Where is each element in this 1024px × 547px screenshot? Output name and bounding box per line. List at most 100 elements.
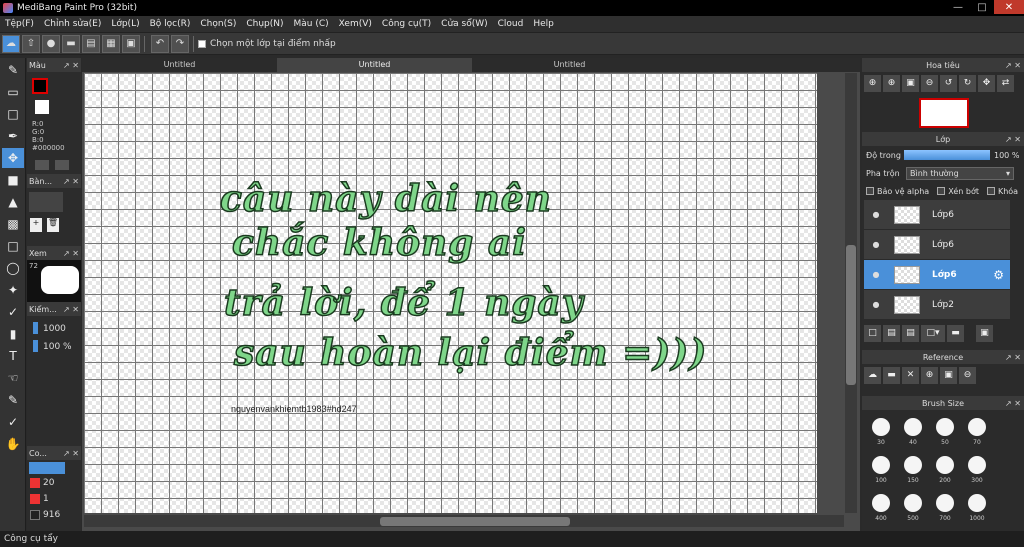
cloud-icon[interactable]: ☁ xyxy=(2,34,20,53)
fit-icon[interactable]: ▣ xyxy=(940,366,957,384)
text-tool-icon[interactable]: T xyxy=(2,346,24,366)
brush-size-cell[interactable]: 100 xyxy=(866,452,896,488)
background-color-swatch[interactable] xyxy=(35,100,49,114)
brush-size-cell[interactable]: 500 xyxy=(898,490,928,526)
fit-icon[interactable]: ▣ xyxy=(902,74,919,92)
operation-tool-icon[interactable]: ☜ xyxy=(2,368,24,388)
folder-icon[interactable]: ▬ xyxy=(947,324,964,342)
panel-controls-icon[interactable]: ↗ ✕ xyxy=(1005,61,1021,70)
panel-controls-icon[interactable]: ↗ ✕ xyxy=(63,177,79,186)
rotate-left-icon[interactable]: ↺ xyxy=(940,74,957,92)
panel-controls-icon[interactable]: ↗ ✕ xyxy=(1005,399,1021,408)
brush-size-cell[interactable]: 30 xyxy=(866,414,896,450)
panel-controls-icon[interactable]: ↗ ✕ xyxy=(63,449,79,458)
tab-untitled-3[interactable]: Untitled xyxy=(472,58,667,72)
delete-brush-icon[interactable]: 🗑 xyxy=(47,218,59,232)
hand-tool-icon[interactable]: ✋ xyxy=(2,434,24,454)
menu-item[interactable]: Chụp(N) xyxy=(241,19,288,29)
opacity-slider[interactable] xyxy=(904,150,990,160)
brush-size-cell[interactable]: 300 xyxy=(962,452,992,488)
select-eraser-icon[interactable]: ▮ xyxy=(2,324,24,344)
eraser-tool-icon[interactable]: ▭ xyxy=(2,82,24,102)
alpha-protect-checkbox[interactable] xyxy=(866,187,874,195)
layer-row[interactable]: ● Lớp6 ⚙ xyxy=(864,260,1010,290)
blend-select[interactable]: Bình thường ▾ xyxy=(906,166,1014,180)
panel-controls-icon[interactable]: ↗ ✕ xyxy=(63,249,79,258)
brush-preview[interactable] xyxy=(29,192,63,212)
panel-controls-icon[interactable]: ↗ ✕ xyxy=(63,61,79,70)
zoom-in-icon[interactable]: ⊕ xyxy=(921,366,938,384)
panel-controls-icon[interactable]: ↗ ✕ xyxy=(1005,135,1021,144)
tab-untitled-2[interactable]: Untitled xyxy=(277,58,472,72)
brush-size-cell[interactable]: 150 xyxy=(898,452,928,488)
folder-add-icon[interactable]: ▤ xyxy=(902,324,919,342)
menu-item[interactable]: Bộ lọc(R) xyxy=(145,19,196,29)
panel-controls-icon[interactable]: ↗ ✕ xyxy=(63,305,79,314)
select-pen-icon[interactable]: ✓ xyxy=(2,302,24,322)
foreground-color-swatch[interactable] xyxy=(32,78,48,94)
zoom-out-icon[interactable]: ⊖ xyxy=(959,366,976,384)
reset-view-icon[interactable]: ✥ xyxy=(978,74,995,92)
bucket-tool-icon[interactable]: ▲ xyxy=(2,192,24,212)
eyedropper-icon[interactable]: ✓ xyxy=(2,412,24,432)
gear-icon[interactable]: ⚙ xyxy=(993,268,1004,282)
maximize-icon[interactable]: □ xyxy=(970,0,994,14)
visibility-icon[interactable]: ● xyxy=(870,269,882,281)
menu-item[interactable]: Công cụ(T) xyxy=(377,19,436,29)
visibility-icon[interactable]: ● xyxy=(870,299,882,311)
layer-row[interactable]: ● Lớp6 xyxy=(864,200,1010,230)
swap-color-icon[interactable] xyxy=(35,160,49,170)
brush-size-cell[interactable]: 700 xyxy=(930,490,960,526)
check-value-1[interactable]: 1000 xyxy=(43,324,66,334)
visibility-icon[interactable]: ● xyxy=(870,239,882,251)
pen-tool-icon[interactable]: ✒ xyxy=(2,126,24,146)
visibility-icon[interactable]: ● xyxy=(870,209,882,221)
lasso-icon[interactable]: ◯ xyxy=(2,258,24,278)
zoom-in-icon[interactable]: ⊕ xyxy=(883,74,900,92)
undo-icon[interactable]: ↶ xyxy=(151,34,169,53)
zoom-out-icon[interactable]: ⊖ xyxy=(921,74,938,92)
navigator-preview[interactable] xyxy=(919,98,969,128)
rectangle-tool-icon[interactable]: □ xyxy=(2,104,24,124)
brush-size-item[interactable]: 20 xyxy=(43,478,54,488)
vertical-scroll-thumb[interactable] xyxy=(846,245,856,385)
close-icon[interactable]: ✕ xyxy=(902,366,919,384)
brush-size-item[interactable]: 916 xyxy=(43,510,60,520)
menu-item[interactable]: Chọn(S) xyxy=(195,19,241,29)
divide-tool-icon[interactable]: ✎ xyxy=(2,390,24,410)
flip-icon[interactable]: ⇄ xyxy=(997,74,1014,92)
cloud-download-icon[interactable]: ☁ xyxy=(864,366,881,384)
open-folder-icon[interactable]: ▬ xyxy=(883,366,900,384)
new-layer-icon[interactable]: □ xyxy=(864,324,881,342)
menu-item[interactable]: Màu (C) xyxy=(289,19,334,29)
lock-checkbox[interactable] xyxy=(986,187,995,195)
brush-size-cell[interactable]: 40 xyxy=(898,414,928,450)
menu-item[interactable]: Help xyxy=(528,19,559,29)
tab-untitled-1[interactable]: Untitled xyxy=(82,58,277,72)
layer-row[interactable]: ● Lớp2 xyxy=(864,290,1010,320)
menu-item[interactable]: Tệp(F) xyxy=(0,19,39,29)
brush-size-cell[interactable]: 50 xyxy=(930,414,960,450)
check-value-2[interactable]: 100 % xyxy=(43,342,72,352)
rotate-right-icon[interactable]: ↻ xyxy=(959,74,976,92)
close-icon[interactable]: ✕ xyxy=(994,0,1024,14)
duplicate-layer-icon[interactable]: ▤ xyxy=(883,324,900,342)
tiles-icon[interactable]: ▣ xyxy=(122,34,140,53)
reset-color-icon[interactable] xyxy=(55,160,69,170)
brush-size-cell[interactable]: 400 xyxy=(866,490,896,526)
merge-icon[interactable]: ▣ xyxy=(976,324,993,342)
upload-icon[interactable]: ⇧ xyxy=(22,34,40,53)
menu-item[interactable]: Lớp(L) xyxy=(106,19,144,29)
menu-item[interactable]: Cửa sổ(W) xyxy=(436,19,492,29)
move-tool-icon[interactable]: ✥ xyxy=(2,148,24,168)
panel-controls-icon[interactable]: ↗ ✕ xyxy=(1005,353,1021,362)
brush-size-cell[interactable]: 200 xyxy=(930,452,960,488)
brush-size-cell[interactable]: 70 xyxy=(962,414,992,450)
brush-list-selected[interactable] xyxy=(29,462,65,474)
select-rect-icon[interactable]: □ xyxy=(2,236,24,256)
clip-checkbox[interactable] xyxy=(937,187,946,195)
menu-item[interactable]: Cloud xyxy=(493,19,529,29)
layer-row[interactable]: ● Lớp6 xyxy=(864,230,1010,260)
horizontal-scroll-thumb[interactable] xyxy=(380,517,570,526)
chat-icon[interactable]: ● xyxy=(42,34,60,53)
